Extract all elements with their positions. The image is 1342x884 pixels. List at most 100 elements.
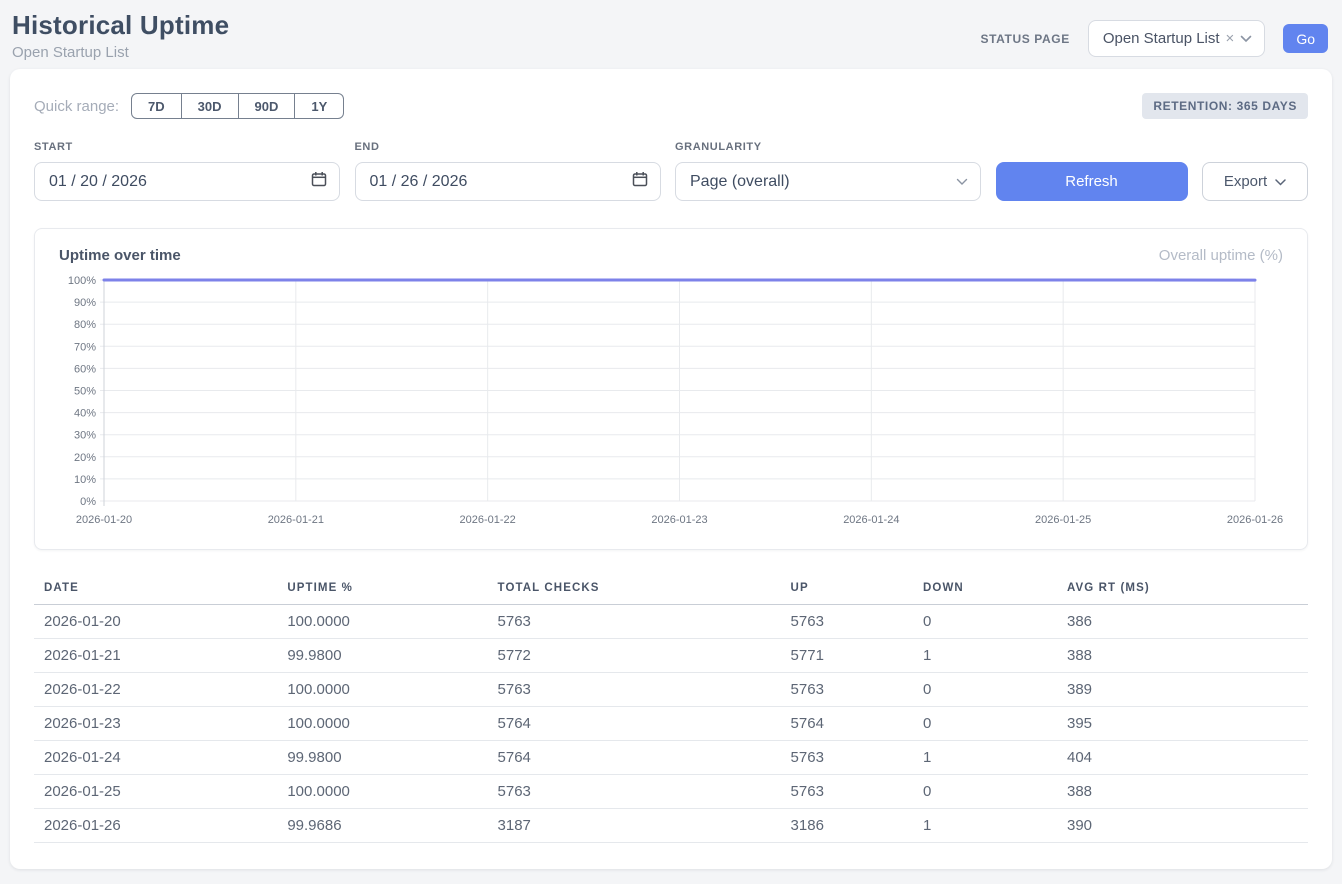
table-cell: 5763 <box>781 775 913 809</box>
chart-header: Uptime over time Overall uptime (%) <box>59 247 1283 264</box>
uptime-table: DATE UPTIME % TOTAL CHECKS UP DOWN AVG R… <box>34 573 1308 843</box>
uptime-chart-card: Uptime over time Overall uptime (%) 0% 10… <box>34 228 1308 550</box>
chart-plot-area: 0%10%20%30%40%50%60%70%80%90%100%2026-01… <box>59 276 1283 541</box>
main-panel: Quick range: 7D 30D 90D 1Y RETENTION: 36… <box>10 69 1332 869</box>
table-cell: 0 <box>913 775 1057 809</box>
table-cell: 2026-01-26 <box>34 809 277 843</box>
table-row: 2026-01-23100.0000576457640395 <box>34 707 1308 741</box>
retention-badge: RETENTION: 365 DAYS <box>1142 93 1308 119</box>
svg-text:20%: 20% <box>74 452 96 464</box>
svg-text:0%: 0% <box>80 496 96 508</box>
export-button[interactable]: Export <box>1202 162 1308 201</box>
table-cell: 0 <box>913 707 1057 741</box>
svg-text:90%: 90% <box>74 297 96 309</box>
table-body: 2026-01-20100.00005763576303862026-01-21… <box>34 605 1308 843</box>
page-header: Historical Uptime Open Startup List STAT… <box>0 0 1342 69</box>
title-block: Historical Uptime Open Startup List <box>12 10 229 61</box>
uptime-line-chart: 0%10%20%30%40%50%60%70%80%90%100%2026-01… <box>59 276 1285 541</box>
start-date-value: 01 / 20 / 2026 <box>49 173 311 191</box>
status-page-selected-value: Open Startup List <box>1103 30 1220 47</box>
start-date-field: START 01 / 20 / 2026 <box>34 141 340 201</box>
chevron-down-icon <box>956 173 968 191</box>
svg-text:2026-01-26: 2026-01-26 <box>1227 514 1283 526</box>
quick-range-30d-button[interactable]: 30D <box>182 93 239 119</box>
table-cell: 0 <box>913 605 1057 639</box>
go-button[interactable]: Go <box>1283 24 1328 53</box>
table-cell: 100.0000 <box>277 605 487 639</box>
svg-text:2026-01-21: 2026-01-21 <box>268 514 324 526</box>
quick-range-row: Quick range: 7D 30D 90D 1Y RETENTION: 36… <box>34 93 1308 119</box>
granularity-value: Page (overall) <box>690 173 956 191</box>
end-date-input[interactable]: 01 / 26 / 2026 <box>355 162 661 201</box>
svg-text:70%: 70% <box>74 341 96 353</box>
table-cell: 99.9686 <box>277 809 487 843</box>
chart-legend: Overall uptime (%) <box>1159 247 1283 264</box>
svg-text:2026-01-25: 2026-01-25 <box>1035 514 1091 526</box>
col-down: DOWN <box>913 573 1057 605</box>
svg-text:40%: 40% <box>74 408 96 420</box>
end-date-field: END 01 / 26 / 2026 <box>355 141 661 201</box>
granularity-label: GRANULARITY <box>675 141 981 153</box>
svg-text:2026-01-20: 2026-01-20 <box>76 514 132 526</box>
table-cell: 5771 <box>781 639 913 673</box>
table-cell: 390 <box>1057 809 1308 843</box>
table-cell: 386 <box>1057 605 1308 639</box>
status-page-label: STATUS PAGE <box>981 32 1070 46</box>
table-cell: 5763 <box>488 673 781 707</box>
table-cell: 5763 <box>488 605 781 639</box>
calendar-icon[interactable] <box>632 171 648 192</box>
end-date-label: END <box>355 141 661 153</box>
table-row: 2026-01-2499.9800576457631404 <box>34 741 1308 775</box>
table-cell: 5764 <box>488 707 781 741</box>
granularity-select[interactable]: Page (overall) <box>675 162 981 201</box>
filters-row: START 01 / 20 / 2026 END 01 / 26 / 2026 … <box>34 141 1308 201</box>
table-cell: 2026-01-20 <box>34 605 277 639</box>
chevron-down-icon <box>1275 173 1286 190</box>
table-cell: 5763 <box>781 605 913 639</box>
table-cell: 5772 <box>488 639 781 673</box>
quick-range-7d-button[interactable]: 7D <box>131 93 182 119</box>
svg-text:10%: 10% <box>74 474 96 486</box>
table-cell: 388 <box>1057 775 1308 809</box>
table-cell: 389 <box>1057 673 1308 707</box>
table-cell: 1 <box>913 741 1057 775</box>
page-subtitle: Open Startup List <box>12 44 229 61</box>
chevron-down-icon <box>1240 30 1252 48</box>
quick-range-90d-button[interactable]: 90D <box>239 93 296 119</box>
status-page-controls: STATUS PAGE Open Startup List × Go <box>981 20 1328 57</box>
table-row: 2026-01-22100.0000576357630389 <box>34 673 1308 707</box>
table-cell: 5764 <box>781 707 913 741</box>
quick-range-1y-button[interactable]: 1Y <box>295 93 344 119</box>
granularity-field: GRANULARITY Page (overall) <box>675 141 981 201</box>
svg-text:100%: 100% <box>68 276 96 287</box>
table-cell: 100.0000 <box>277 673 487 707</box>
table-cell: 1 <box>913 639 1057 673</box>
page-title: Historical Uptime <box>12 10 229 41</box>
table-row: 2026-01-20100.0000576357630386 <box>34 605 1308 639</box>
clear-selection-icon[interactable]: × <box>1226 31 1235 46</box>
table-cell: 404 <box>1057 741 1308 775</box>
table-cell: 99.9800 <box>277 741 487 775</box>
svg-text:60%: 60% <box>74 363 96 375</box>
start-date-label: START <box>34 141 340 153</box>
calendar-icon[interactable] <box>311 171 327 192</box>
table-cell: 1 <box>913 809 1057 843</box>
quick-range-group: 7D 30D 90D 1Y <box>131 93 344 119</box>
svg-text:80%: 80% <box>74 319 96 331</box>
table-cell: 99.9800 <box>277 639 487 673</box>
start-date-input[interactable]: 01 / 20 / 2026 <box>34 162 340 201</box>
table-cell: 2026-01-21 <box>34 639 277 673</box>
table-cell: 100.0000 <box>277 775 487 809</box>
table-cell: 2026-01-25 <box>34 775 277 809</box>
col-uptime: UPTIME % <box>277 573 487 605</box>
col-date: DATE <box>34 573 277 605</box>
table-cell: 2026-01-24 <box>34 741 277 775</box>
svg-text:30%: 30% <box>74 430 96 442</box>
refresh-button[interactable]: Refresh <box>996 162 1188 201</box>
table-cell: 5764 <box>488 741 781 775</box>
table-cell: 5763 <box>781 741 913 775</box>
table-row: 2026-01-25100.0000576357630388 <box>34 775 1308 809</box>
col-total-checks: TOTAL CHECKS <box>488 573 781 605</box>
table-cell: 5763 <box>488 775 781 809</box>
status-page-select[interactable]: Open Startup List × <box>1088 20 1266 57</box>
